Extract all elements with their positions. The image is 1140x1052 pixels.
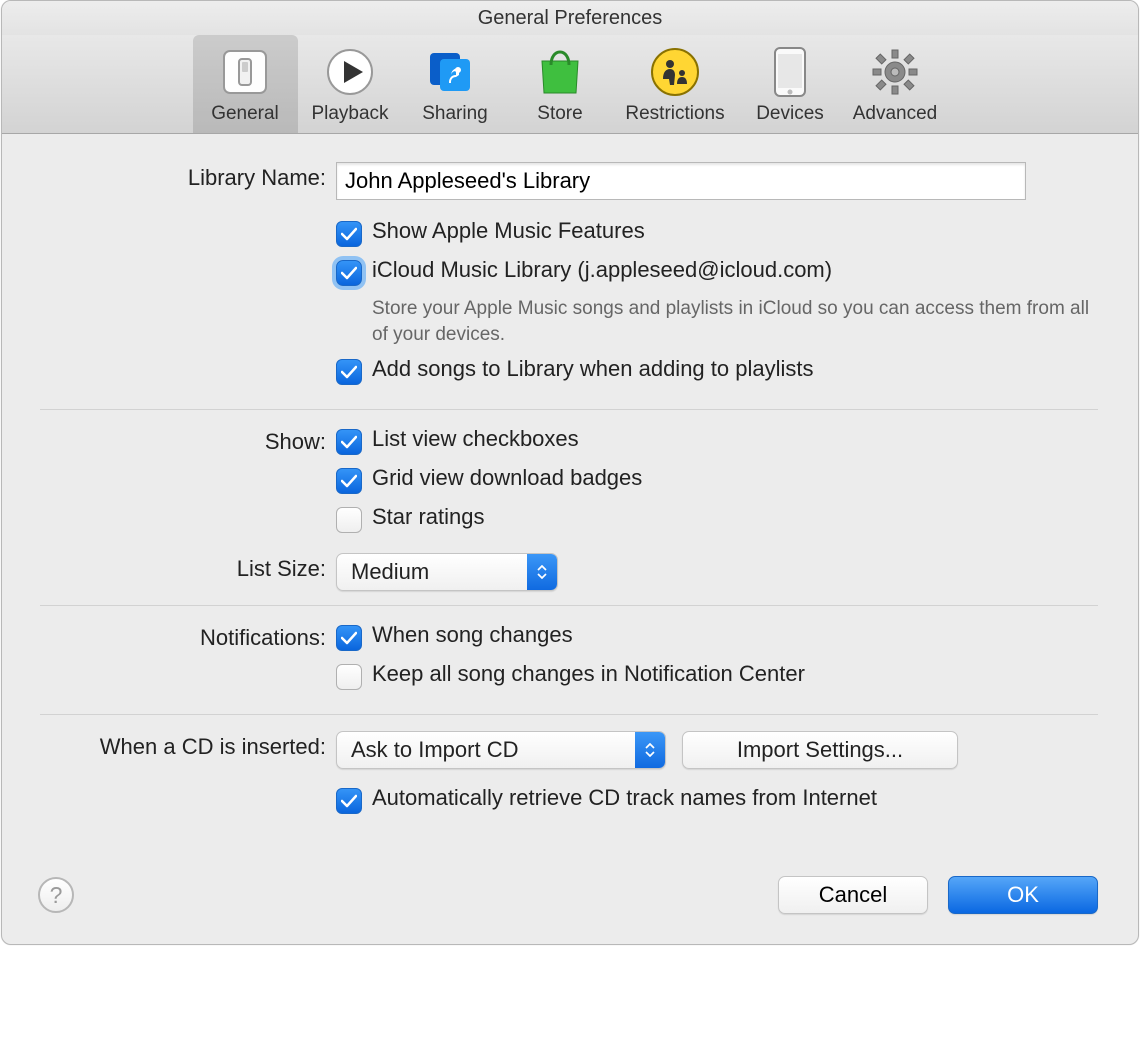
cd-label: When a CD is inserted: xyxy=(40,731,336,763)
help-icon: ? xyxy=(50,882,63,908)
checkbox-list-view-label: List view checkboxes xyxy=(372,426,579,452)
checkbox-add-songs[interactable] xyxy=(336,359,362,385)
checkbox-auto-retrieve-label: Automatically retrieve CD track names fr… xyxy=(372,785,877,811)
tab-advanced[interactable]: Advanced xyxy=(843,35,948,133)
import-settings-label: Import Settings... xyxy=(737,737,903,763)
list-size-value: Medium xyxy=(337,559,527,585)
checkbox-star-ratings[interactable] xyxy=(336,507,362,533)
separator xyxy=(40,409,1098,410)
library-name-label: Library Name: xyxy=(40,162,336,194)
checkbox-icloud-label: iCloud Music Library (j.appleseed@icloud… xyxy=(372,257,832,283)
advanced-icon xyxy=(868,45,922,99)
checkbox-keep-all[interactable] xyxy=(336,664,362,690)
footer: ? Cancel OK xyxy=(2,852,1138,944)
content-area: Library Name: Show Apple Music Features … xyxy=(2,134,1138,852)
preferences-window: General Preferences General Playback xyxy=(1,0,1139,945)
list-size-label: List Size: xyxy=(40,553,336,585)
sharing-icon xyxy=(428,45,482,99)
dropdown-arrows-icon xyxy=(635,732,665,768)
devices-icon xyxy=(763,45,817,99)
playback-icon xyxy=(323,45,377,99)
cd-action-value: Ask to Import CD xyxy=(337,737,635,763)
tab-sharing[interactable]: Sharing xyxy=(403,35,508,133)
separator xyxy=(40,605,1098,606)
tab-playback[interactable]: Playback xyxy=(298,35,403,133)
show-label: Show: xyxy=(40,426,336,458)
checkbox-star-ratings-label: Star ratings xyxy=(372,504,485,530)
tab-label: Playback xyxy=(311,103,388,124)
ok-button[interactable]: OK xyxy=(948,876,1098,914)
tab-label: Advanced xyxy=(853,103,938,124)
checkbox-apple-music-label: Show Apple Music Features xyxy=(372,218,645,244)
window-title: General Preferences xyxy=(2,1,1138,35)
restrictions-icon xyxy=(648,45,702,99)
checkbox-apple-music[interactable] xyxy=(336,221,362,247)
cd-action-select[interactable]: Ask to Import CD xyxy=(336,731,666,769)
checkbox-song-changes-label: When song changes xyxy=(372,622,573,648)
general-icon xyxy=(218,45,272,99)
library-name-input[interactable] xyxy=(336,162,1026,200)
tab-general[interactable]: General xyxy=(193,35,298,133)
help-button[interactable]: ? xyxy=(38,877,74,913)
dropdown-arrows-icon xyxy=(527,554,557,590)
list-size-select[interactable]: Medium xyxy=(336,553,558,591)
cancel-label: Cancel xyxy=(819,882,887,908)
separator xyxy=(40,714,1098,715)
cancel-button[interactable]: Cancel xyxy=(778,876,928,914)
checkbox-auto-retrieve[interactable] xyxy=(336,788,362,814)
checkbox-keep-all-label: Keep all song changes in Notification Ce… xyxy=(372,661,805,687)
toolbar: General Playback Sharing xyxy=(2,35,1138,134)
tab-label: Restrictions xyxy=(625,103,724,124)
tab-label: General xyxy=(211,103,279,124)
checkbox-grid-badges-label: Grid view download badges xyxy=(372,465,642,491)
import-settings-button[interactable]: Import Settings... xyxy=(682,731,958,769)
tab-devices[interactable]: Devices xyxy=(738,35,843,133)
checkbox-song-changes[interactable] xyxy=(336,625,362,651)
store-icon xyxy=(533,45,587,99)
tab-restrictions[interactable]: Restrictions xyxy=(613,35,738,133)
checkbox-add-songs-label: Add songs to Library when adding to play… xyxy=(372,356,813,382)
checkbox-grid-badges[interactable] xyxy=(336,468,362,494)
checkbox-list-view[interactable] xyxy=(336,429,362,455)
icloud-help-text: Store your Apple Music songs and playlis… xyxy=(372,296,1098,348)
ok-label: OK xyxy=(1007,882,1039,908)
checkbox-icloud[interactable] xyxy=(336,260,362,286)
tab-label: Devices xyxy=(756,103,824,124)
tab-label: Sharing xyxy=(422,103,488,124)
notifications-label: Notifications: xyxy=(40,622,336,654)
tab-label: Store xyxy=(537,103,582,124)
tab-store[interactable]: Store xyxy=(508,35,613,133)
